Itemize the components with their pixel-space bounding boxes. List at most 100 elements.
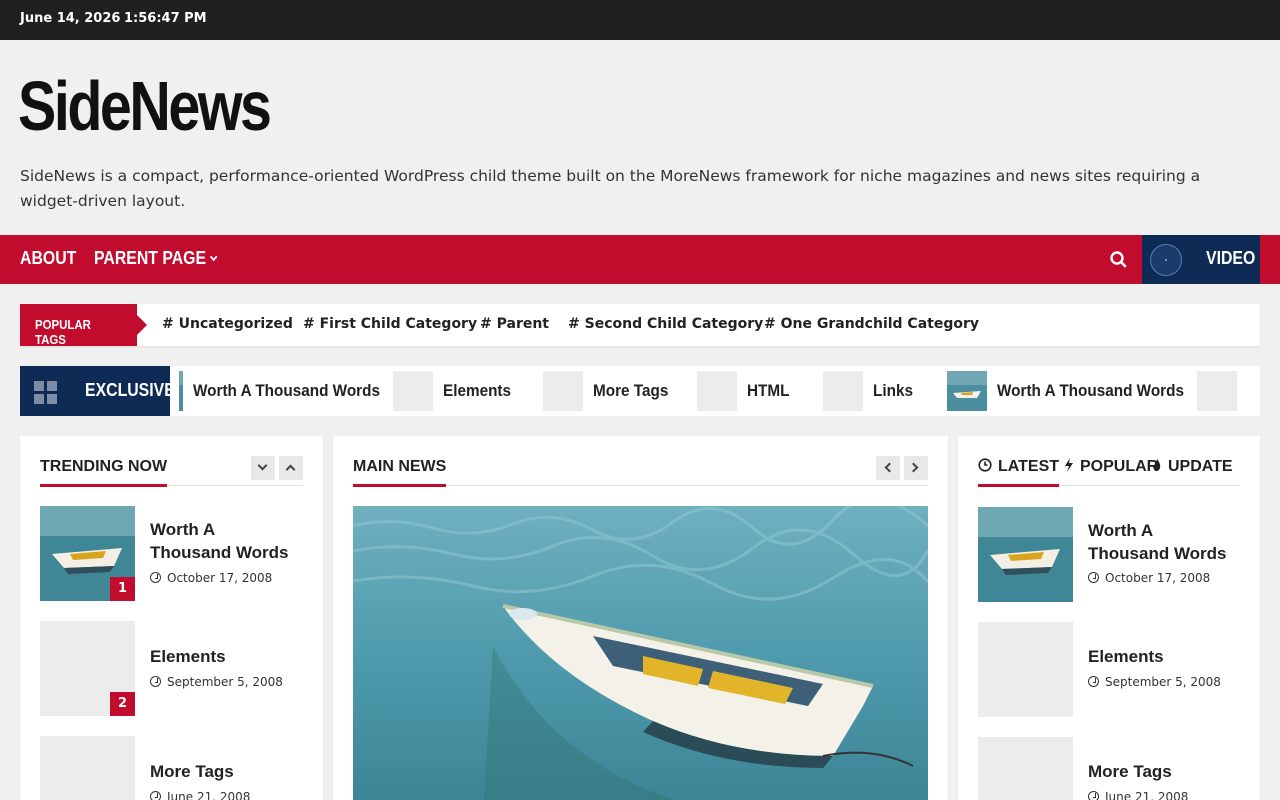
site-title[interactable]: SideNews <box>18 68 272 145</box>
tag-link-uncategorized[interactable]: # Uncategorized <box>162 316 293 332</box>
chevron-down-icon <box>257 460 268 471</box>
tag-link-second-child-category[interactable]: # Second Child Category <box>568 316 763 332</box>
item-title[interactable]: Elements <box>1088 645 1238 668</box>
main-news-widget: MAIN NEWS <box>333 436 948 800</box>
popular-tags-label-text: POPULAR TAGS <box>35 317 91 347</box>
main-news-image[interactable] <box>353 506 928 800</box>
item-title[interactable]: Elements <box>150 645 300 668</box>
item-date-text: June 21, 2008 <box>1105 790 1189 800</box>
boat-thumbnail <box>947 371 987 411</box>
widget-header: TRENDING NOW <box>40 456 303 487</box>
video-button[interactable]: VIDEO <box>1142 235 1260 284</box>
tab-label: POPULAR <box>1080 458 1159 475</box>
item-title[interactable]: More Tags <box>150 760 300 783</box>
exclusive-track: Worth A Thousand Words Elements More Tag… <box>179 371 1260 411</box>
list-item[interactable]: 2 Elements September 5, 2008 <box>40 621 303 716</box>
nav-item-label: PARENT PAGE <box>94 248 207 268</box>
item-title[interactable]: Worth A Thousand Words <box>1088 519 1238 565</box>
tag-label: Uncategorized <box>178 316 293 332</box>
item-date: September 5, 2008 <box>1088 675 1221 689</box>
exclusive-label-text: EXCLUSIVE <box>85 380 175 400</box>
chevron-down-icon <box>210 252 218 262</box>
clock-icon <box>1088 572 1099 583</box>
exclusive-item[interactable]: Elements <box>393 371 519 411</box>
exclusive-item[interactable] <box>1197 371 1247 411</box>
exclusive-item-title: Elements <box>443 381 512 400</box>
exclusive-item[interactable]: More Tags <box>543 371 677 411</box>
clock-icon <box>1088 676 1099 687</box>
chevron-right-icon <box>908 462 919 473</box>
top-bar: June 14, 2026 1:56:47 PM <box>0 0 1280 40</box>
exclusive-item[interactable]: Links <box>823 371 917 411</box>
rank-badge: 2 <box>110 692 135 716</box>
exclusive-icon-box <box>20 366 70 416</box>
tag-link-first-child-category[interactable]: # First Child Category <box>303 316 477 332</box>
latest-posts-widget: LATEST POPULAR UPDATE Worth A Thousand W… <box>958 436 1260 800</box>
exclusive-item-title: More Tags <box>593 381 669 400</box>
item-date-text: September 5, 2008 <box>167 675 283 689</box>
tag-label: Parent <box>496 316 549 332</box>
tab-label: LATEST <box>998 458 1060 475</box>
boat-thumbnail <box>978 507 1073 602</box>
exclusive-label: EXCLUSIVE <box>70 366 175 416</box>
list-item[interactable]: 3 More Tags June 21, 2008 <box>40 736 303 800</box>
list-item[interactable]: 1 Worth A Thousand Words October 17, 200… <box>40 506 303 601</box>
placeholder-thumbnail <box>393 371 433 411</box>
list-item[interactable]: More Tags June 21, 2008 <box>978 737 1240 800</box>
scroll-down-button[interactable] <box>251 456 275 480</box>
tab-update[interactable]: UPDATE <box>1152 458 1233 476</box>
search-button[interactable] <box>1108 249 1130 271</box>
item-date: October 17, 2008 <box>150 571 272 585</box>
boat-thumbnail <box>179 371 183 411</box>
nav-item-parent-page[interactable]: PARENT PAGE <box>94 248 218 269</box>
exclusive-item[interactable]: Worth A Thousand Words <box>179 371 401 411</box>
video-label: VIDEO <box>1206 248 1256 268</box>
search-icon <box>1110 251 1127 268</box>
popular-tags-bar: POPULAR TAGS # Uncategorized # First Chi… <box>20 304 1260 347</box>
exclusive-item-title: Worth A Thousand Words <box>997 381 1184 400</box>
item-title[interactable]: More Tags <box>1088 760 1238 783</box>
clock-icon <box>150 791 161 800</box>
placeholder-thumbnail <box>978 737 1073 800</box>
tag-link-one-grandchild-category[interactable]: # One Grandchild Category <box>764 316 979 332</box>
clock-icon <box>150 572 161 583</box>
list-item[interactable]: Elements September 5, 2008 <box>978 622 1240 717</box>
fire-icon <box>1153 459 1161 471</box>
item-date-text: June 21, 2008 <box>167 790 251 800</box>
widget-header: MAIN NEWS <box>353 456 928 487</box>
placeholder-thumbnail <box>978 622 1073 717</box>
item-date-text: October 17, 2008 <box>1105 571 1211 585</box>
current-time: 1:56:47 PM <box>124 11 207 26</box>
placeholder-thumbnail: 2 <box>40 621 135 716</box>
tag-link-parent[interactable]: # Parent <box>480 316 549 332</box>
tag-label: First Child Category <box>319 316 478 332</box>
nav-item-label: ABOUT <box>20 248 77 268</box>
clock-icon <box>1088 791 1099 800</box>
exclusive-item-title: Links <box>873 381 913 400</box>
site-header: SideNews SideNews is a compact, performa… <box>0 40 1280 235</box>
tab-popular[interactable]: POPULAR <box>1064 458 1158 476</box>
item-date: June 21, 2008 <box>1088 790 1188 800</box>
popular-tags-label: POPULAR TAGS <box>20 304 147 347</box>
current-date: June 14, 2026 <box>20 11 121 26</box>
main-navigation: ABOUT PARENT PAGE VIDEO <box>0 235 1280 284</box>
site-description: SideNews is a compact, performance-orien… <box>20 167 1201 210</box>
previous-slide-button[interactable] <box>876 456 900 480</box>
next-slide-button[interactable] <box>904 456 928 480</box>
boat-thumbnail: 1 <box>40 506 135 601</box>
exclusive-item[interactable]: Worth A Thousand Words <box>947 371 1205 411</box>
nav-item-about[interactable]: ABOUT <box>20 248 76 269</box>
placeholder-thumbnail <box>1197 371 1237 411</box>
item-title[interactable]: Worth A Thousand Words <box>150 518 300 564</box>
item-date: September 5, 2008 <box>150 675 283 689</box>
widget-title: TRENDING NOW <box>40 458 168 487</box>
tag-label: One Grandchild Category <box>780 316 980 332</box>
exclusive-item[interactable]: HTML <box>697 371 794 411</box>
exclusive-ticker: EXCLUSIVE Worth A Thousand Words Element… <box>20 366 1260 416</box>
placeholder-thumbnail <box>543 371 583 411</box>
scroll-up-button[interactable] <box>279 456 303 480</box>
placeholder-thumbnail: 3 <box>40 736 135 800</box>
tab-latest[interactable]: LATEST <box>978 458 1060 487</box>
item-date-text: September 5, 2008 <box>1105 675 1221 689</box>
list-item[interactable]: Worth A Thousand Words October 17, 2008 <box>978 507 1240 602</box>
